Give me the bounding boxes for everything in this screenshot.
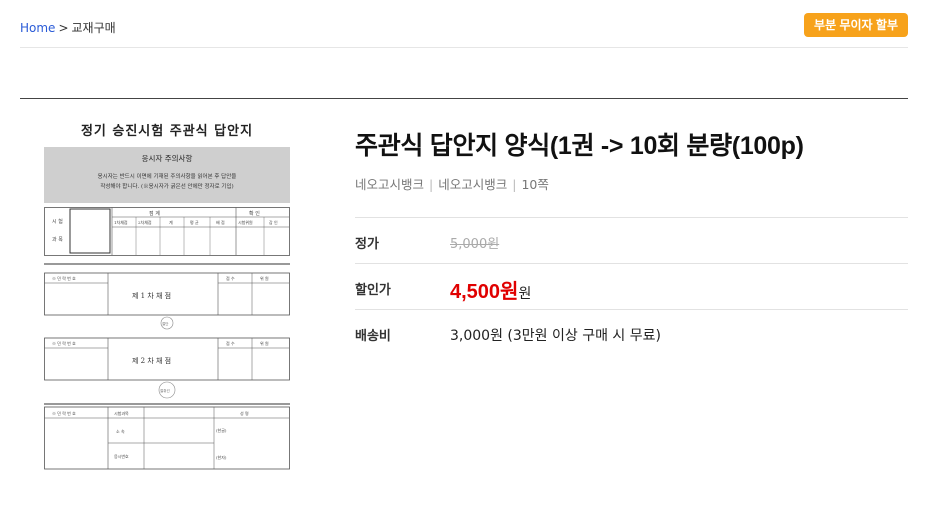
product-brand: 네오고시뱅크 — [438, 177, 508, 192]
sheet-title: 정기 승진시험 주관식 답안지 — [80, 124, 254, 139]
sale-price-row: 할인가 4,500원원 — [355, 264, 908, 310]
sheet-grader-1: 제 1 차 채 점 — [132, 291, 171, 300]
sheet-bottom-label: 응시번호 — [114, 453, 129, 459]
product-info: 주관식 답안지 양식(1권 -> 10회 분량(100p) 네오고시뱅크 | 네오고… — [355, 126, 908, 344]
price-table: 정가 5,000원 할인가 4,500원원 배송비 3,000원 (3만원 이상… — [355, 217, 908, 356]
sale-price-label: 할인가 — [355, 283, 391, 298]
product-meta: 네오고시뱅크 | 네오고시뱅크 | 10쪽 — [355, 177, 549, 192]
sheet-notice-line: 작성해야 합니다. (※응시자가 굵은선 안에만 정자로 기입) — [100, 184, 234, 190]
sheet-hangul-label: (한글) — [216, 427, 227, 433]
sheet-score-label: 점 수 — [226, 275, 235, 281]
sheet-exam-no: ※ 민 락 번 호 — [52, 340, 76, 346]
breadcrumb-current: 교재구매 — [71, 21, 116, 35]
sheet-hanja-label: (한자) — [216, 454, 227, 460]
sheet-applicant-label: 과 목 — [52, 236, 63, 243]
sheet-exam-no: ※ 민 락 번 호 — [52, 410, 76, 416]
sheet-score-col: 평 균 — [190, 219, 199, 225]
list-price-row: 정가 5,000원 — [355, 218, 908, 264]
sheet-exam-no: ※ 민 락 번 호 — [52, 275, 76, 281]
sheet-notice-line: 응시자는 반드시 이면에 기재된 주의사항을 읽어본 후 답안을 — [97, 174, 237, 180]
product-image-answer-sheet: 정기 승진시험 주관식 답안지 응시자 주의사항 응시자는 반드시 이면에 기재… — [44, 120, 290, 480]
sheet-grader-2: 제 2 차 채 점 — [132, 356, 171, 365]
sheet-score-col: 1차채점 — [114, 219, 128, 225]
installment-promo-button[interactable]: 부분 무이자 할부 — [804, 13, 908, 37]
top-bar: Home > 교재구매 부분 무이자 할부 — [20, 0, 908, 48]
breadcrumb-separator: > — [58, 21, 69, 35]
breadcrumb: Home > 교재구매 — [20, 19, 116, 36]
sheet-cut-mark: 절단 — [162, 321, 169, 326]
product-pages: 10쪽 — [521, 177, 549, 192]
list-price-label: 정가 — [355, 237, 379, 252]
sheet-notice: 응시자 주의사항 응시자는 반드시 이면에 기재된 주의사항을 읽어본 후 답안… — [44, 147, 290, 203]
sheet-score-col: 계 — [169, 219, 173, 225]
product-title: 주관식 답안지 양식(1권 -> 10회 분량(100p) — [355, 132, 804, 160]
breadcrumb-home-link[interactable]: Home — [20, 21, 55, 35]
sale-price-value: 4,500원 — [450, 281, 519, 303]
sheet-score-col: 2차채점 — [138, 219, 152, 225]
list-price-value: 5,000원 — [450, 237, 500, 252]
sale-price-unit: 원 — [518, 286, 532, 302]
sheet-notice-title: 응시자 주의사항 — [141, 154, 193, 163]
sheet-score-col: 시험위원 — [238, 219, 253, 225]
section-divider — [20, 98, 908, 99]
sheet-form-graphic: 시 험 과 목 점 계 확 인 1차채점 2차채점 계 평 균 배 점 시험위원… — [44, 207, 290, 470]
sheet-score-col: 감 인 — [269, 219, 278, 225]
sheet-score-label: 점 수 — [226, 340, 235, 346]
shipping-row: 배송비 3,000원 (3만원 이상 구매 시 무료) — [355, 310, 908, 356]
sheet-confirm-header: 확 인 — [249, 210, 260, 217]
sheet-cut-mark: 절취선 — [160, 388, 170, 393]
sheet-score-header: 점 계 — [149, 210, 160, 217]
sheet-seal-label: 위 원 — [260, 275, 269, 281]
sheet-score-col: 배 점 — [216, 219, 225, 225]
sheet-bottom-label: 소 속 — [116, 428, 125, 434]
sheet-seal-label: 위 원 — [260, 340, 269, 346]
shipping-label: 배송비 — [355, 329, 391, 344]
sheet-applicant-label: 시 험 — [52, 219, 63, 225]
sheet-name-header: 성 명 — [240, 410, 249, 416]
product-publisher: 네오고시뱅크 — [355, 177, 425, 192]
shipping-value: 3,000원 (3만원 이상 구매 시 무료) — [450, 328, 661, 344]
sheet-bottom-label: 시험과목 — [114, 410, 129, 416]
